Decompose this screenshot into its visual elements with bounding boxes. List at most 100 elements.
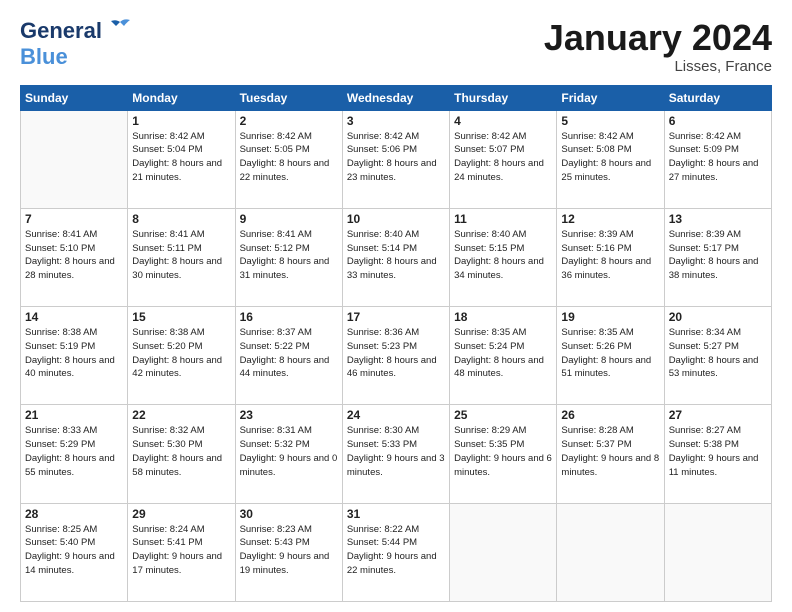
day-cell: 31 Sunrise: 8:22 AMSunset: 5:44 PMDaylig… bbox=[342, 503, 449, 601]
header: General Blue January 2024 Lisses, France bbox=[20, 18, 772, 75]
logo-blue-text: Blue bbox=[20, 44, 68, 69]
day-info: Sunrise: 8:40 AMSunset: 5:15 PMDaylight:… bbox=[454, 228, 552, 283]
day-info: Sunrise: 8:25 AMSunset: 5:40 PMDaylight:… bbox=[25, 523, 123, 578]
day-cell: 29 Sunrise: 8:24 AMSunset: 5:41 PMDaylig… bbox=[128, 503, 235, 601]
day-cell: 30 Sunrise: 8:23 AMSunset: 5:43 PMDaylig… bbox=[235, 503, 342, 601]
page: General Blue January 2024 Lisses, France… bbox=[0, 0, 792, 612]
week-row-4: 21 Sunrise: 8:33 AMSunset: 5:29 PMDaylig… bbox=[21, 405, 772, 503]
day-cell: 6 Sunrise: 8:42 AMSunset: 5:09 PMDayligh… bbox=[664, 110, 771, 208]
day-info: Sunrise: 8:32 AMSunset: 5:30 PMDaylight:… bbox=[132, 424, 230, 479]
day-info: Sunrise: 8:33 AMSunset: 5:29 PMDaylight:… bbox=[25, 424, 123, 479]
day-info: Sunrise: 8:39 AMSunset: 5:17 PMDaylight:… bbox=[669, 228, 767, 283]
day-cell: 10 Sunrise: 8:40 AMSunset: 5:14 PMDaylig… bbox=[342, 208, 449, 306]
day-cell: 22 Sunrise: 8:32 AMSunset: 5:30 PMDaylig… bbox=[128, 405, 235, 503]
day-cell: 19 Sunrise: 8:35 AMSunset: 5:26 PMDaylig… bbox=[557, 307, 664, 405]
day-cell bbox=[557, 503, 664, 601]
day-number: 1 bbox=[132, 114, 230, 128]
day-cell: 21 Sunrise: 8:33 AMSunset: 5:29 PMDaylig… bbox=[21, 405, 128, 503]
day-number: 12 bbox=[561, 212, 659, 226]
day-number: 25 bbox=[454, 408, 552, 422]
week-row-1: 1 Sunrise: 8:42 AMSunset: 5:04 PMDayligh… bbox=[21, 110, 772, 208]
day-number: 28 bbox=[25, 507, 123, 521]
day-number: 30 bbox=[240, 507, 338, 521]
day-info: Sunrise: 8:30 AMSunset: 5:33 PMDaylight:… bbox=[347, 424, 445, 479]
day-number: 5 bbox=[561, 114, 659, 128]
day-cell bbox=[450, 503, 557, 601]
weekday-header-sunday: Sunday bbox=[21, 85, 128, 110]
day-info: Sunrise: 8:42 AMSunset: 5:09 PMDaylight:… bbox=[669, 130, 767, 185]
day-number: 10 bbox=[347, 212, 445, 226]
day-cell: 15 Sunrise: 8:38 AMSunset: 5:20 PMDaylig… bbox=[128, 307, 235, 405]
weekday-header-saturday: Saturday bbox=[664, 85, 771, 110]
day-number: 20 bbox=[669, 310, 767, 324]
weekday-header-tuesday: Tuesday bbox=[235, 85, 342, 110]
day-number: 19 bbox=[561, 310, 659, 324]
day-cell: 27 Sunrise: 8:27 AMSunset: 5:38 PMDaylig… bbox=[664, 405, 771, 503]
day-number: 6 bbox=[669, 114, 767, 128]
day-info: Sunrise: 8:40 AMSunset: 5:14 PMDaylight:… bbox=[347, 228, 445, 283]
day-cell: 24 Sunrise: 8:30 AMSunset: 5:33 PMDaylig… bbox=[342, 405, 449, 503]
day-number: 2 bbox=[240, 114, 338, 128]
day-info: Sunrise: 8:42 AMSunset: 5:06 PMDaylight:… bbox=[347, 130, 445, 185]
day-cell: 12 Sunrise: 8:39 AMSunset: 5:16 PMDaylig… bbox=[557, 208, 664, 306]
day-info: Sunrise: 8:42 AMSunset: 5:05 PMDaylight:… bbox=[240, 130, 338, 185]
day-cell: 11 Sunrise: 8:40 AMSunset: 5:15 PMDaylig… bbox=[450, 208, 557, 306]
day-info: Sunrise: 8:35 AMSunset: 5:26 PMDaylight:… bbox=[561, 326, 659, 381]
day-cell: 28 Sunrise: 8:25 AMSunset: 5:40 PMDaylig… bbox=[21, 503, 128, 601]
day-cell: 18 Sunrise: 8:35 AMSunset: 5:24 PMDaylig… bbox=[450, 307, 557, 405]
day-number: 27 bbox=[669, 408, 767, 422]
weekday-header-wednesday: Wednesday bbox=[342, 85, 449, 110]
day-info: Sunrise: 8:38 AMSunset: 5:19 PMDaylight:… bbox=[25, 326, 123, 381]
day-number: 8 bbox=[132, 212, 230, 226]
location: Lisses, France bbox=[544, 58, 772, 75]
day-cell: 17 Sunrise: 8:36 AMSunset: 5:23 PMDaylig… bbox=[342, 307, 449, 405]
weekday-header-thursday: Thursday bbox=[450, 85, 557, 110]
day-number: 11 bbox=[454, 212, 552, 226]
day-number: 22 bbox=[132, 408, 230, 422]
day-info: Sunrise: 8:27 AMSunset: 5:38 PMDaylight:… bbox=[669, 424, 767, 479]
logo-text: General bbox=[20, 18, 102, 44]
day-number: 13 bbox=[669, 212, 767, 226]
day-cell: 25 Sunrise: 8:29 AMSunset: 5:35 PMDaylig… bbox=[450, 405, 557, 503]
day-info: Sunrise: 8:24 AMSunset: 5:41 PMDaylight:… bbox=[132, 523, 230, 578]
day-cell: 23 Sunrise: 8:31 AMSunset: 5:32 PMDaylig… bbox=[235, 405, 342, 503]
day-info: Sunrise: 8:37 AMSunset: 5:22 PMDaylight:… bbox=[240, 326, 338, 381]
day-cell: 16 Sunrise: 8:37 AMSunset: 5:22 PMDaylig… bbox=[235, 307, 342, 405]
day-number: 29 bbox=[132, 507, 230, 521]
day-info: Sunrise: 8:36 AMSunset: 5:23 PMDaylight:… bbox=[347, 326, 445, 381]
day-cell: 14 Sunrise: 8:38 AMSunset: 5:19 PMDaylig… bbox=[21, 307, 128, 405]
day-cell bbox=[21, 110, 128, 208]
day-info: Sunrise: 8:34 AMSunset: 5:27 PMDaylight:… bbox=[669, 326, 767, 381]
title-block: January 2024 Lisses, France bbox=[544, 18, 772, 75]
day-cell bbox=[664, 503, 771, 601]
day-number: 14 bbox=[25, 310, 123, 324]
day-number: 15 bbox=[132, 310, 230, 324]
day-cell: 7 Sunrise: 8:41 AMSunset: 5:10 PMDayligh… bbox=[21, 208, 128, 306]
day-info: Sunrise: 8:38 AMSunset: 5:20 PMDaylight:… bbox=[132, 326, 230, 381]
calendar-table: SundayMondayTuesdayWednesdayThursdayFrid… bbox=[20, 85, 772, 602]
day-number: 7 bbox=[25, 212, 123, 226]
day-info: Sunrise: 8:22 AMSunset: 5:44 PMDaylight:… bbox=[347, 523, 445, 578]
weekday-header-friday: Friday bbox=[557, 85, 664, 110]
logo-bird-icon bbox=[106, 18, 134, 40]
day-info: Sunrise: 8:23 AMSunset: 5:43 PMDaylight:… bbox=[240, 523, 338, 578]
day-number: 18 bbox=[454, 310, 552, 324]
day-info: Sunrise: 8:42 AMSunset: 5:07 PMDaylight:… bbox=[454, 130, 552, 185]
day-info: Sunrise: 8:39 AMSunset: 5:16 PMDaylight:… bbox=[561, 228, 659, 283]
day-cell: 20 Sunrise: 8:34 AMSunset: 5:27 PMDaylig… bbox=[664, 307, 771, 405]
day-info: Sunrise: 8:41 AMSunset: 5:10 PMDaylight:… bbox=[25, 228, 123, 283]
weekday-header-monday: Monday bbox=[128, 85, 235, 110]
day-cell: 4 Sunrise: 8:42 AMSunset: 5:07 PMDayligh… bbox=[450, 110, 557, 208]
day-number: 21 bbox=[25, 408, 123, 422]
day-number: 26 bbox=[561, 408, 659, 422]
day-info: Sunrise: 8:42 AMSunset: 5:04 PMDaylight:… bbox=[132, 130, 230, 185]
week-row-3: 14 Sunrise: 8:38 AMSunset: 5:19 PMDaylig… bbox=[21, 307, 772, 405]
day-cell: 13 Sunrise: 8:39 AMSunset: 5:17 PMDaylig… bbox=[664, 208, 771, 306]
day-cell: 26 Sunrise: 8:28 AMSunset: 5:37 PMDaylig… bbox=[557, 405, 664, 503]
day-info: Sunrise: 8:35 AMSunset: 5:24 PMDaylight:… bbox=[454, 326, 552, 381]
day-info: Sunrise: 8:28 AMSunset: 5:37 PMDaylight:… bbox=[561, 424, 659, 479]
day-number: 31 bbox=[347, 507, 445, 521]
logo: General Blue bbox=[20, 18, 134, 70]
day-number: 9 bbox=[240, 212, 338, 226]
weekday-header-row: SundayMondayTuesdayWednesdayThursdayFrid… bbox=[21, 85, 772, 110]
